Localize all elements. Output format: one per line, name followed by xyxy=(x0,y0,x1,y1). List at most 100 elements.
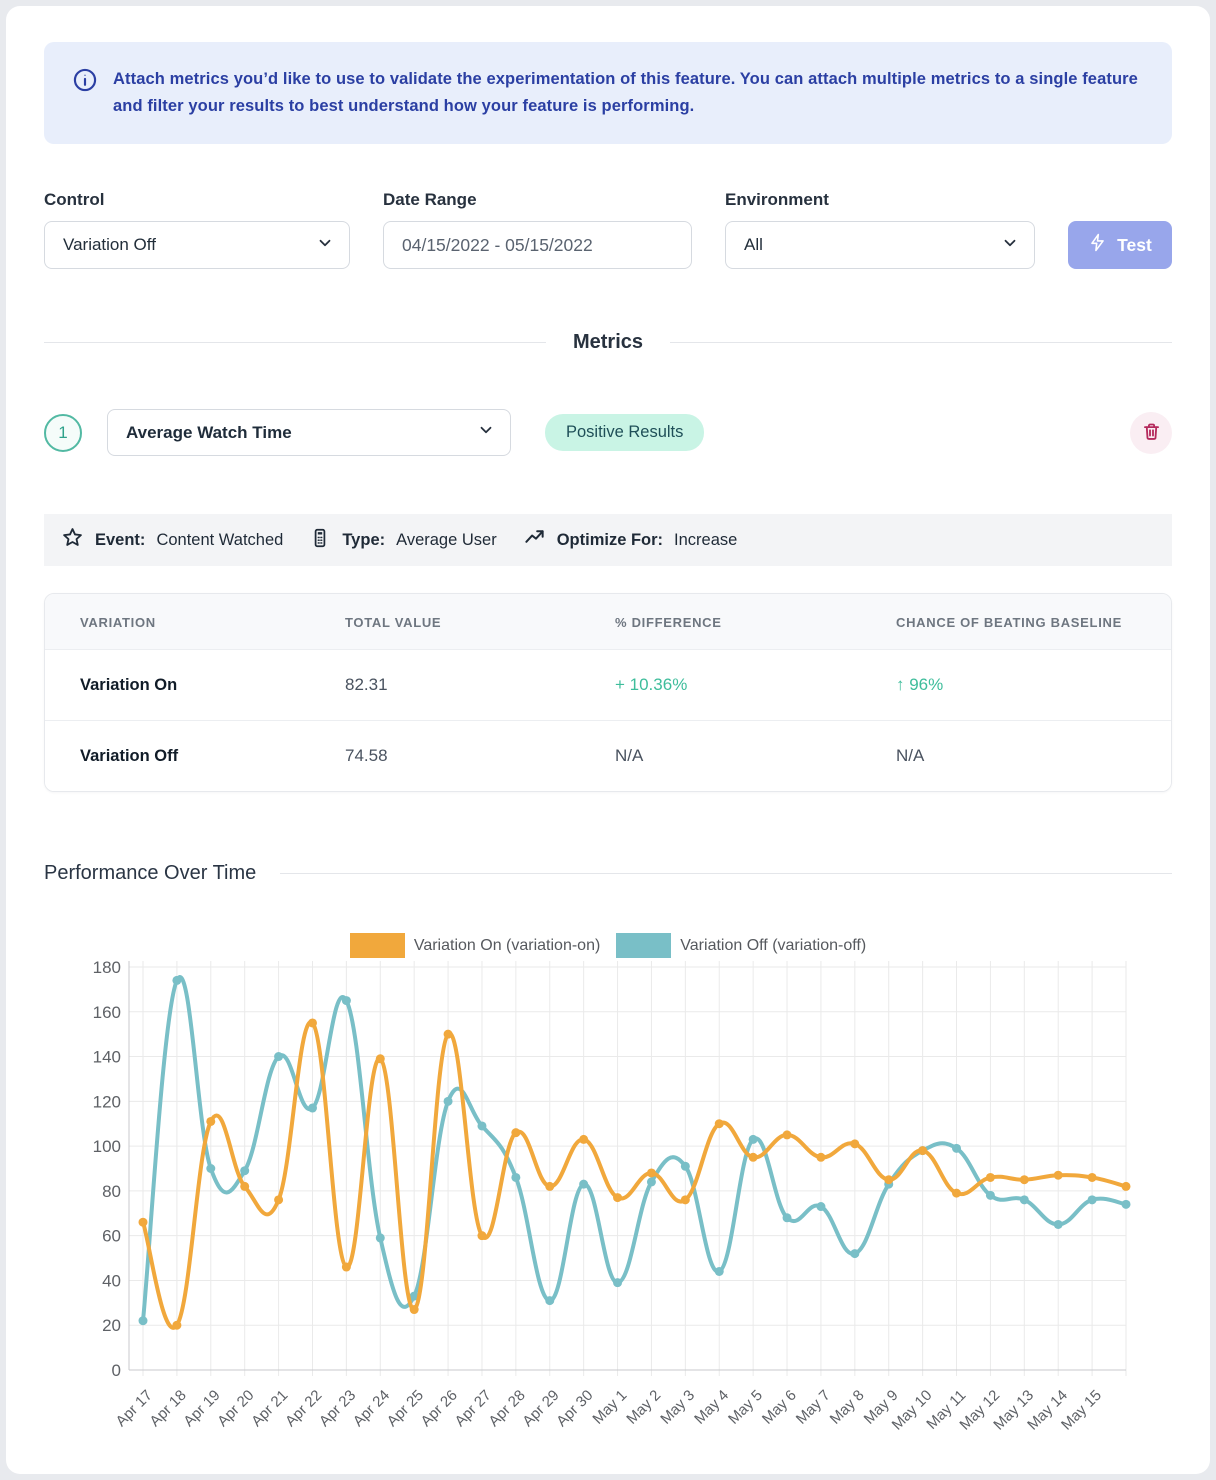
data-point-variation-on-variation-on-18[interactable] xyxy=(749,1153,758,1162)
y-tick-label: 0 xyxy=(112,1361,121,1380)
y-tick-label: 40 xyxy=(102,1271,121,1290)
data-point-variation-off-variation-off-13[interactable] xyxy=(579,1180,588,1189)
data-point-variation-on-variation-on-17[interactable] xyxy=(715,1119,724,1128)
col-total-value: TOTAL VALUE xyxy=(310,594,580,650)
x-tick-label: Apr 27 xyxy=(452,1387,495,1430)
data-point-variation-on-variation-on-10[interactable] xyxy=(477,1231,486,1240)
data-point-variation-on-variation-on-2[interactable] xyxy=(206,1117,215,1126)
performance-section-header: Performance Over Time xyxy=(44,862,1172,885)
data-point-variation-off-variation-off-24[interactable] xyxy=(952,1144,961,1153)
data-point-variation-off-variation-off-0[interactable] xyxy=(139,1316,148,1325)
info-icon xyxy=(72,67,98,98)
data-point-variation-on-variation-on-13[interactable] xyxy=(579,1135,588,1144)
data-point-variation-off-variation-off-28[interactable] xyxy=(1088,1195,1097,1204)
controls-row: Control Variation Off Date Range Environ… xyxy=(44,190,1172,269)
type-label: Type: xyxy=(342,531,385,550)
legend-item-variation-off: Variation Off (variation-off) xyxy=(616,933,866,958)
data-point-variation-on-variation-on-1[interactable] xyxy=(172,1321,181,1330)
data-point-variation-on-variation-on-26[interactable] xyxy=(1020,1175,1029,1184)
metric-select[interactable]: Average Watch Time xyxy=(107,409,511,456)
data-point-variation-off-variation-off-15[interactable] xyxy=(647,1177,656,1186)
optimize-value: Increase xyxy=(674,531,737,550)
data-point-variation-off-variation-off-9[interactable] xyxy=(444,1097,453,1106)
data-point-variation-off-variation-off-5[interactable] xyxy=(308,1104,317,1113)
divider-line xyxy=(44,342,546,343)
data-point-variation-on-variation-on-27[interactable] xyxy=(1054,1171,1063,1180)
data-point-variation-on-variation-on-29[interactable] xyxy=(1122,1182,1131,1191)
x-tick-label: May 6 xyxy=(759,1387,800,1428)
data-point-variation-off-variation-off-10[interactable] xyxy=(477,1121,486,1130)
legend-item-variation-on: Variation On (variation-on) xyxy=(350,933,600,958)
col-chance: CHANCE OF BEATING BASELINE xyxy=(861,594,1171,650)
data-point-variation-on-variation-on-5[interactable] xyxy=(308,1018,317,1027)
data-point-variation-off-variation-off-21[interactable] xyxy=(850,1249,859,1258)
x-tick-label: Apr 30 xyxy=(553,1387,596,1430)
x-tick-label: Apr 25 xyxy=(384,1387,427,1430)
metric-meta-bar: Event: Content Watched Type: Average Use… xyxy=(44,514,1172,566)
data-point-variation-off-variation-off-16[interactable] xyxy=(681,1162,690,1171)
y-tick-label: 160 xyxy=(93,1003,121,1022)
data-point-variation-on-variation-on-0[interactable] xyxy=(139,1218,148,1227)
y-tick-label: 60 xyxy=(102,1227,121,1246)
chevron-down-icon xyxy=(477,421,495,444)
delete-metric-button[interactable] xyxy=(1130,412,1172,454)
data-point-variation-on-variation-on-9[interactable] xyxy=(444,1030,453,1039)
x-tick-label: Apr 21 xyxy=(248,1387,291,1430)
data-point-variation-off-variation-off-12[interactable] xyxy=(545,1296,554,1305)
date-range-label: Date Range xyxy=(383,190,692,210)
data-point-variation-on-variation-on-21[interactable] xyxy=(850,1139,859,1148)
data-point-variation-on-variation-on-14[interactable] xyxy=(613,1193,622,1202)
table-row: Variation On 82.31 + 10.36% ↑ 96% xyxy=(45,650,1171,721)
data-point-variation-on-variation-on-25[interactable] xyxy=(986,1173,995,1182)
control-select[interactable]: Variation Off xyxy=(44,221,350,269)
chart-legend: Variation On (variation-on) Variation Of… xyxy=(44,933,1172,958)
data-point-variation-off-variation-off-3[interactable] xyxy=(240,1166,249,1175)
col-variation: VARIATION xyxy=(45,594,310,650)
data-point-variation-off-variation-off-1[interactable] xyxy=(172,976,181,985)
data-point-variation-on-variation-on-3[interactable] xyxy=(240,1182,249,1191)
data-point-variation-on-variation-on-15[interactable] xyxy=(647,1168,656,1177)
metrics-heading: Metrics xyxy=(573,331,643,354)
data-point-variation-on-variation-on-7[interactable] xyxy=(376,1054,385,1063)
data-point-variation-off-variation-off-27[interactable] xyxy=(1054,1220,1063,1229)
x-tick-label: Apr 20 xyxy=(214,1387,257,1430)
cell-total-value: 74.58 xyxy=(310,721,580,792)
cell-difference: + 10.36% xyxy=(580,650,861,721)
environment-select[interactable]: All xyxy=(725,221,1035,269)
data-point-variation-off-variation-off-18[interactable] xyxy=(749,1135,758,1144)
data-point-variation-off-variation-off-20[interactable] xyxy=(816,1202,825,1211)
optimize-item: Optimize For: Increase xyxy=(523,526,738,554)
data-point-variation-off-variation-off-17[interactable] xyxy=(715,1267,724,1276)
data-point-variation-on-variation-on-22[interactable] xyxy=(884,1175,893,1184)
data-point-variation-off-variation-off-7[interactable] xyxy=(376,1233,385,1242)
control-field: Control Variation Off xyxy=(44,190,350,269)
data-point-variation-on-variation-on-24[interactable] xyxy=(952,1189,961,1198)
data-point-variation-on-variation-on-23[interactable] xyxy=(918,1146,927,1155)
data-point-variation-on-variation-on-19[interactable] xyxy=(783,1130,792,1139)
data-point-variation-on-variation-on-16[interactable] xyxy=(681,1195,690,1204)
event-item: Event: Content Watched xyxy=(61,526,283,554)
data-point-variation-off-variation-off-29[interactable] xyxy=(1122,1200,1131,1209)
x-tick-label: May 4 xyxy=(691,1387,732,1428)
data-point-variation-off-variation-off-11[interactable] xyxy=(511,1173,520,1182)
data-point-variation-off-variation-off-26[interactable] xyxy=(1020,1195,1029,1204)
data-point-variation-off-variation-off-19[interactable] xyxy=(783,1213,792,1222)
data-point-variation-on-variation-on-28[interactable] xyxy=(1088,1173,1097,1182)
data-point-variation-off-variation-off-14[interactable] xyxy=(613,1278,622,1287)
data-point-variation-off-variation-off-2[interactable] xyxy=(206,1164,215,1173)
date-range-input[interactable] xyxy=(383,221,692,269)
data-point-variation-off-variation-off-6[interactable] xyxy=(342,996,351,1005)
x-tick-label: Apr 19 xyxy=(180,1387,223,1430)
results-table: VARIATION TOTAL VALUE % DIFFERENCE CHANC… xyxy=(45,594,1171,791)
data-point-variation-on-variation-on-6[interactable] xyxy=(342,1263,351,1272)
data-point-variation-off-variation-off-4[interactable] xyxy=(274,1052,283,1061)
data-point-variation-on-variation-on-11[interactable] xyxy=(511,1128,520,1137)
data-point-variation-on-variation-on-8[interactable] xyxy=(410,1305,419,1314)
y-tick-label: 80 xyxy=(102,1182,121,1201)
data-point-variation-on-variation-on-12[interactable] xyxy=(545,1182,554,1191)
data-point-variation-on-variation-on-20[interactable] xyxy=(816,1153,825,1162)
data-point-variation-on-variation-on-4[interactable] xyxy=(274,1195,283,1204)
test-button[interactable]: Test xyxy=(1068,221,1172,269)
data-point-variation-off-variation-off-25[interactable] xyxy=(986,1191,995,1200)
x-tick-label: May 1 xyxy=(589,1387,630,1428)
